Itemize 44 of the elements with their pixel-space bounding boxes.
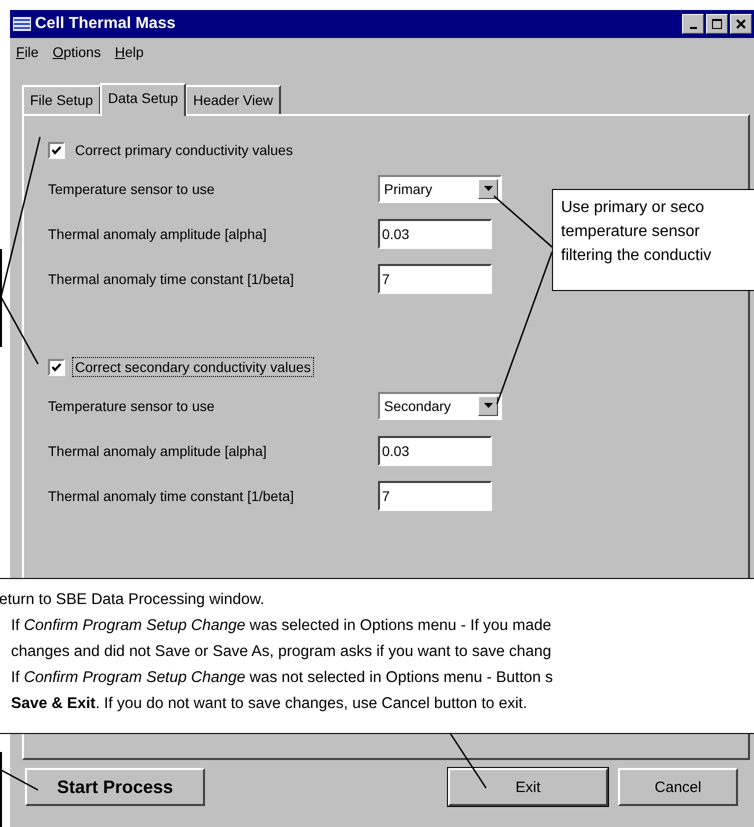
close-icon (736, 19, 746, 29)
minimize-icon (690, 27, 696, 29)
input-field[interactable]: 0.03 (378, 436, 492, 466)
input-field[interactable]: 7 (378, 264, 492, 294)
field-label: Temperature sensor to use (48, 398, 216, 414)
checkbox-label[interactable]: Correct primary conductivity values (73, 141, 295, 159)
callout-text: If Confirm Program Setup Change was not selected in Options menu - Button s (10, 668, 554, 688)
callout-text: eturn to SBE Data Processing window. (0, 590, 266, 610)
maximize-button[interactable] (706, 14, 728, 34)
tab[interactable]: File Setup (22, 85, 102, 114)
window-title: Cell Thermal Mass (35, 15, 176, 33)
checkbox[interactable] (48, 358, 65, 376)
menu-item[interactable]: Help (114, 44, 144, 66)
app-icon (13, 17, 31, 31)
leader-line (0, 769, 38, 791)
minimize-button[interactable] (682, 14, 704, 34)
input-field[interactable]: 0.03 (378, 218, 492, 248)
field-label: Thermal anomaly time constant [1/beta] (48, 270, 295, 286)
button[interactable]: Exit (448, 768, 608, 806)
tab[interactable]: Header View (185, 85, 282, 114)
callout-text: If Confirm Program Setup Change was selected in Options menu - If you made (10, 616, 552, 636)
tab[interactable]: Data Setup (100, 83, 186, 116)
callout-text: Use primary or seco (561, 198, 706, 218)
button[interactable]: Cancel (618, 768, 738, 806)
callout-text: changes and did not Save or Save As, program asks if you want to save chang (10, 642, 552, 662)
dropdown[interactable]: Primary (378, 174, 502, 202)
menu-item[interactable]: Options (52, 44, 101, 66)
checkbox-label[interactable]: Correct secondary conductivity values (73, 358, 313, 376)
checkmark-icon (51, 144, 62, 156)
close-button[interactable] (730, 14, 752, 34)
start-button[interactable]: Start Process (25, 768, 205, 806)
checkbox[interactable] (48, 142, 65, 158)
callout-text: temperature sensor (561, 222, 701, 242)
checkmark-icon (51, 362, 62, 372)
callout-text: Save & Exit. If you do not want to save changes, use Cancel button to exit. (10, 694, 528, 714)
field-label: Thermal anomaly time constant [1/beta] (48, 488, 295, 504)
field-label: Thermal anomaly amplitude [alpha] (48, 442, 268, 458)
dropdown[interactable]: Secondary (378, 392, 502, 420)
maximize-icon (712, 19, 722, 29)
field-label: Thermal anomaly amplitude [alpha] (48, 226, 268, 242)
input-field[interactable]: 7 (378, 480, 492, 510)
menu-item[interactable]: File (16, 44, 39, 66)
field-label: Temperature sensor to use (48, 180, 216, 196)
callout-text: filtering the conductiv (561, 246, 712, 266)
